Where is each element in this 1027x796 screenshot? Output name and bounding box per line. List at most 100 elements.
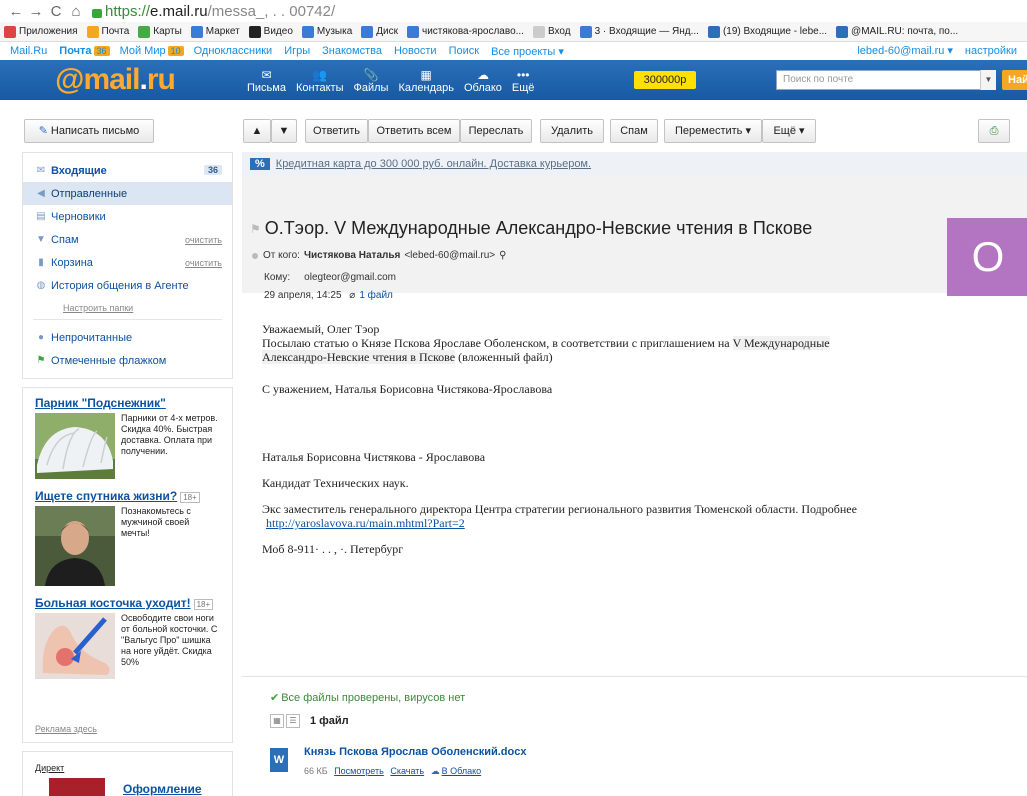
forward-button[interactable]: Переслать [460, 119, 532, 143]
signature-link[interactable]: http://yaroslavova.ru/main.mhtml?Part=2 [266, 516, 465, 530]
bookmark-item[interactable]: Приложения [4, 25, 78, 38]
portal-link[interactable]: Игры [284, 45, 310, 57]
reload-icon[interactable]: C [46, 3, 66, 20]
ad-title[interactable]: Больная косточка уходит! 18+ [35, 596, 220, 610]
portal-link[interactable]: Знакомства [322, 45, 382, 57]
bookmark-item[interactable]: Почта [86, 25, 129, 38]
message-subject: ⚑ О.Тэор. V Международные Александро-Нев… [250, 218, 813, 238]
folder-item[interactable]: ▤ Черновики [23, 205, 232, 228]
direct-label[interactable]: Директ [35, 763, 64, 773]
folder-icon: ▮ [38, 257, 44, 268]
forward-icon[interactable]: → [26, 3, 46, 20]
bookmark-icon [407, 25, 419, 38]
url-field[interactable]: https://e.mail.ru/messa_, . . 00742/ [105, 3, 335, 20]
nav-cloud[interactable]: ☁ Облако [459, 60, 507, 100]
bookmark-item[interactable]: Музыка [301, 25, 352, 38]
home-icon[interactable]: ⌂ [66, 3, 86, 20]
folder-item[interactable]: ◍ История общения в Агенте [23, 274, 232, 297]
direct-title[interactable]: Оформление [123, 782, 202, 796]
delete-button[interactable]: Удалить [540, 119, 604, 143]
portal-link[interactable]: Мой Мир [120, 45, 166, 57]
bookmark-item[interactable]: Видео [248, 25, 293, 38]
view-link[interactable]: Посмотреть [334, 766, 384, 776]
dots-icon: ••• [516, 68, 530, 82]
bookmark-item[interactable]: @MAIL.RU: почта, по... [836, 25, 958, 38]
sender-email[interactable]: <lebed-60@mail.ru> [404, 250, 495, 261]
passport-image [49, 778, 105, 796]
settings-link[interactable]: настройки [965, 45, 1017, 57]
flag-icon[interactable]: ⚑ [250, 222, 261, 236]
attachment-name[interactable]: Князь Пскова Ярослав Оболенский.docx [304, 746, 526, 758]
ad-foot[interactable]: Больная косточка уходит! 18+ Освободите с… [35, 596, 220, 679]
portal-link[interactable]: Все проекты ▾ [491, 45, 564, 58]
next-message-button[interactable]: ▼ [271, 119, 297, 143]
mailru-logo[interactable]: @mail.ru [0, 63, 230, 97]
nav-contacts[interactable]: 👥 Контакты [291, 60, 349, 100]
clear-folder-link[interactable]: очистить [185, 258, 222, 268]
more-button[interactable]: Ещё ▾ [762, 119, 816, 143]
list-view-icon[interactable]: ☰ [286, 714, 300, 728]
portal-link[interactable]: Поиск [449, 45, 479, 57]
portal-link[interactable]: Новости [394, 45, 437, 57]
count-badge: 36 [93, 46, 110, 56]
clear-folder-link[interactable]: очистить [185, 235, 222, 245]
bookmark-icon [4, 25, 16, 38]
attachment-item[interactable]: W Князь Пскова Ярослав Оболенский.docx 6… [270, 746, 1027, 777]
search-button[interactable]: Най [1002, 70, 1027, 90]
ad-title[interactable]: Ищете спутника жизни? 18+ [35, 489, 220, 503]
ads-footer-link[interactable]: Реклама здесь [35, 724, 97, 734]
filter-item[interactable]: ⚑ Отмеченные флажком [23, 349, 232, 372]
reply-all-button[interactable]: Ответить всем [368, 119, 460, 143]
browser-address-bar: ← → C ⌂ https://e.mail.ru/messa_, . . 00… [0, 0, 1027, 22]
previous-message-button[interactable]: ▲ [243, 119, 271, 143]
compose-button[interactable]: ✎ Написать письмо [24, 119, 154, 143]
search-input[interactable]: Поиск по почте [776, 70, 996, 90]
grid-view-icon[interactable]: ▦ [270, 714, 284, 728]
attachments-link[interactable]: 1 файл [359, 290, 393, 301]
bookmark-item[interactable]: Диск [361, 25, 398, 38]
portal-link[interactable]: Почта [59, 45, 91, 57]
print-icon[interactable]: ⎙ [978, 119, 1010, 143]
download-link[interactable]: Скачать [390, 766, 424, 776]
folder-item[interactable]: ◀ Отправленные [23, 182, 232, 205]
nav-more[interactable]: ••• Ещё [507, 60, 540, 100]
nav-calendar[interactable]: ▦ Календарь [393, 60, 459, 100]
back-icon[interactable]: ← [6, 3, 26, 20]
sender-name[interactable]: Чистякова Наталья [304, 250, 400, 261]
ad-title[interactable]: Парник "Подснежник" [35, 396, 220, 410]
save-to-cloud-link[interactable]: В Облако [442, 766, 482, 776]
spam-button[interactable]: Спам [610, 119, 658, 143]
setup-folders-link[interactable]: Настроить папки [33, 297, 222, 320]
bookmark-item[interactable]: Карты [138, 25, 182, 38]
filter-item[interactable]: ● Непрочитанные [23, 326, 232, 349]
bookmark-item[interactable]: (19) Входящие - lebe... [707, 25, 827, 38]
portal-link[interactable]: Одноклассники [194, 45, 273, 57]
nav-files[interactable]: 📎 Файлы [348, 60, 393, 100]
ad-dating[interactable]: Ищете спутника жизни? 18+ Познакомьтесь с… [35, 489, 220, 586]
reply-button[interactable]: Ответить [305, 119, 368, 143]
folder-item[interactable]: ▼ Спам очистить [23, 228, 232, 251]
bookmark-item[interactable]: 3 · Входящие — Янд... [579, 25, 699, 38]
portal-link[interactable]: Mail.Ru [10, 45, 47, 57]
message-view: % Кредитная карта до 300 000 руб. онлайн… [242, 152, 1027, 796]
greenhouse-image [35, 413, 115, 479]
balance-badge[interactable]: 300000р [634, 71, 696, 89]
ad-text: Освободите свои ноги от больной косточки… [121, 613, 218, 667]
ad-greenhouse[interactable]: Парник "Подснежник" Парники от 4-х метро… [35, 396, 220, 479]
nav-mail[interactable]: ✉ Письма [242, 60, 291, 100]
promo-link[interactable]: Кредитная карта до 300 000 руб. онлайн. … [276, 158, 591, 170]
bookmark-item[interactable]: Вход [532, 25, 571, 38]
bookmarks-bar: Приложения Почта Карты Маркет Видео Музыка Дис… [0, 22, 1027, 42]
search-dropdown-icon[interactable]: ▼ [980, 70, 996, 90]
user-account-link[interactable]: lebed-60@mail.ru ▾ [857, 45, 953, 57]
recipient-email[interactable]: olegteor@gmail.com [304, 272, 396, 283]
search-sender-icon[interactable]: ⚲ [499, 250, 506, 261]
bookmark-item[interactable]: чистякова-ярославо... [407, 25, 524, 38]
folder-item[interactable]: ✉ Входящие 36 [23, 159, 232, 182]
move-button[interactable]: Переместить ▾ [664, 119, 762, 143]
folder-item[interactable]: ▮ Корзина очистить [23, 251, 232, 274]
sender-avatar: О [947, 218, 1027, 296]
bookmark-item[interactable]: Маркет [190, 25, 240, 38]
virus-check-status: ✔ Все файлы проверены, вирусов нет [270, 692, 466, 704]
date-row: 29 апреля, 14:25 ⌀ 1 файл [264, 290, 393, 301]
